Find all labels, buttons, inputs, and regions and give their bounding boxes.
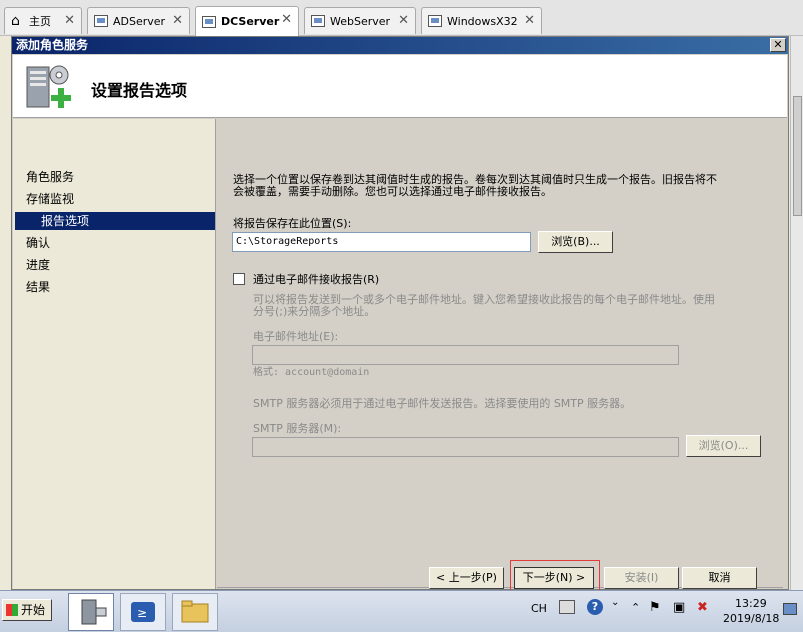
show-hidden-icons-icon[interactable]: ⌃ bbox=[631, 601, 640, 614]
sidebar-item-results[interactable]: 结果 bbox=[26, 278, 50, 296]
clock-time[interactable]: 13:29 bbox=[735, 597, 767, 610]
browse-button[interactable]: 浏览(B)... bbox=[538, 231, 613, 253]
email-address-input[interactable] bbox=[252, 345, 679, 365]
monitor-icon bbox=[428, 15, 442, 27]
window-titlebar[interactable]: 添加角色服务 ✕ bbox=[12, 37, 788, 54]
server-manager-icon bbox=[81, 599, 107, 625]
vm-tab-label: 主页 bbox=[29, 15, 51, 28]
report-options-panel: 选择一个位置以保存卷到达其阈值时生成的报告。卷每次到达其阈值时只生成一个报告。旧… bbox=[217, 119, 783, 589]
vm-tab-dcserver[interactable]: DCServer ✕ bbox=[195, 6, 299, 36]
save-location-input[interactable]: C:\StorageReports bbox=[232, 232, 531, 252]
vm-tab-label: DCServer bbox=[221, 15, 280, 28]
save-location-label: 将报告保存在此位置(S): bbox=[233, 217, 352, 230]
taskbar: 开始 ≥ CH ? ⌄ ⌃ ⚑ ▣ ✖ 13:29 2019/8/18 bbox=[0, 590, 803, 632]
previous-button[interactable]: < 上一步(P) bbox=[429, 567, 504, 589]
vm-tab-label: ADServer bbox=[113, 14, 166, 28]
network-icon[interactable]: ▣ bbox=[673, 600, 685, 615]
powershell-icon: ≥ bbox=[131, 602, 155, 622]
email-reports-checkbox[interactable] bbox=[233, 273, 245, 285]
vm-tab-label: WindowsX32 bbox=[447, 14, 518, 28]
close-icon[interactable]: ✕ bbox=[64, 13, 75, 28]
sidebar-item-role-services[interactable]: 角色服务 bbox=[26, 168, 74, 186]
close-icon[interactable]: ✕ bbox=[524, 13, 535, 28]
folder-icon bbox=[181, 600, 209, 623]
svg-text:≥: ≥ bbox=[137, 606, 147, 620]
show-desktop-icon[interactable] bbox=[783, 603, 797, 615]
language-indicator[interactable]: CH bbox=[531, 602, 547, 615]
window-close-button[interactable]: ✕ bbox=[770, 38, 786, 52]
vm-tab-webserver[interactable]: WebServer ✕ bbox=[304, 7, 416, 34]
sidebar-item-storage-monitoring[interactable]: 存储监视 bbox=[26, 190, 74, 208]
clock-date[interactable]: 2019/8/18 bbox=[723, 612, 779, 625]
close-icon[interactable]: ✕ bbox=[398, 13, 409, 28]
smtp-server-input[interactable] bbox=[252, 437, 679, 457]
vertical-scrollbar[interactable] bbox=[790, 36, 803, 590]
window-title: 添加角色服务 bbox=[16, 38, 89, 52]
cancel-button[interactable]: 取消 bbox=[682, 567, 757, 589]
sidebar-item-progress[interactable]: 进度 bbox=[26, 256, 50, 274]
add-role-services-dialog: 添加角色服务 ✕ 设置报告选项 角色服务 存储监视 报告选项 确认 进度 结果 … bbox=[11, 36, 789, 595]
sidebar-item-report-options[interactable]: 报告选项 bbox=[15, 212, 215, 230]
help-icon[interactable]: ? bbox=[587, 599, 603, 615]
server-manager-taskbar-button[interactable] bbox=[68, 593, 114, 631]
server-roles-icon bbox=[26, 65, 71, 108]
sidebar-item-confirmation[interactable]: 确认 bbox=[26, 234, 50, 252]
monitor-icon bbox=[94, 15, 108, 27]
email-reports-checkbox-label[interactable]: 通过电子邮件接收报告(R) bbox=[253, 274, 379, 286]
powershell-taskbar-button[interactable]: ≥ bbox=[120, 593, 166, 631]
action-center-flag-icon[interactable]: ⚑ bbox=[649, 600, 661, 615]
vm-tab-bar: ⌂ 主页 ✕ ADServer ✕ DCServer ✕ WebServer ✕… bbox=[0, 0, 803, 36]
start-button[interactable]: 开始 bbox=[2, 599, 52, 621]
page-title: 设置报告选项 bbox=[91, 81, 188, 100]
volume-muted-icon[interactable]: ✖ bbox=[697, 600, 708, 615]
vm-tab-label: WebServer bbox=[330, 14, 391, 28]
description-line-2: 会被覆盖，需要手动删除。您也可以选择通过电子邮件接收报告。 bbox=[233, 185, 552, 198]
monitor-icon bbox=[311, 15, 325, 27]
smtp-server-label: SMTP 服务器(M): bbox=[253, 422, 342, 435]
start-label: 开始 bbox=[21, 603, 46, 617]
keyboard-icon[interactable] bbox=[559, 600, 575, 614]
close-icon[interactable]: ✕ bbox=[281, 12, 292, 27]
email-description-line-2: 分号(;)来分隔多个地址。 bbox=[253, 305, 376, 318]
smtp-browse-button[interactable]: 浏览(O)... bbox=[686, 435, 761, 457]
windows-logo-icon bbox=[6, 604, 18, 616]
wizard-header: 设置报告选项 bbox=[13, 55, 787, 118]
scrollbar-thumb[interactable] bbox=[793, 96, 802, 216]
email-address-label: 电子邮件地址(E): bbox=[253, 330, 339, 343]
wizard-steps-sidebar: 角色服务 存储监视 报告选项 确认 进度 结果 bbox=[13, 119, 216, 589]
vm-tab-windowsx32[interactable]: WindowsX32 ✕ bbox=[421, 7, 542, 34]
explorer-taskbar-button[interactable] bbox=[172, 593, 218, 631]
vm-tab-adserver[interactable]: ADServer ✕ bbox=[87, 7, 190, 34]
email-format-hint: 格式: account@domain bbox=[253, 367, 370, 378]
install-button[interactable]: 安装(I) bbox=[604, 567, 679, 589]
options-arrow-icon[interactable]: ⌄ bbox=[611, 597, 619, 608]
home-icon: ⌂ bbox=[11, 13, 20, 29]
vm-tab-home[interactable]: ⌂ 主页 ✕ bbox=[4, 7, 82, 34]
close-icon[interactable]: ✕ bbox=[172, 13, 183, 28]
smtp-description: SMTP 服务器必须用于通过电子邮件发送报告。选择要使用的 SMTP 服务器。 bbox=[253, 397, 632, 410]
monitor-icon bbox=[202, 15, 216, 28]
